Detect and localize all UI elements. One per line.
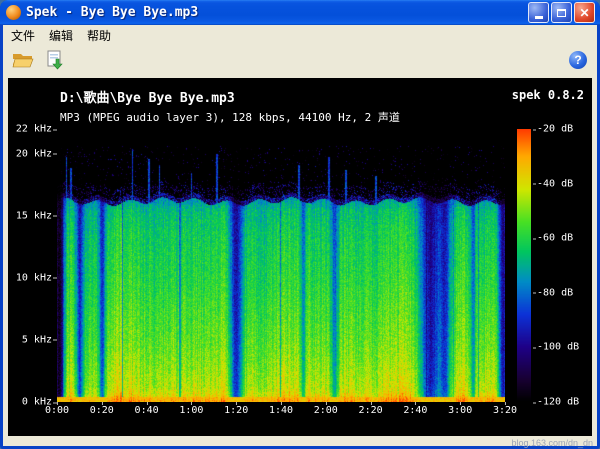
minimize-button[interactable] bbox=[528, 2, 549, 23]
close-button[interactable]: ✕ bbox=[574, 2, 595, 23]
time-tick-label: 1:00 bbox=[179, 405, 203, 416]
time-tick-label: 1:40 bbox=[269, 405, 293, 416]
menu-edit[interactable]: 编辑 bbox=[42, 25, 80, 46]
time-tick-label: 2:40 bbox=[403, 405, 427, 416]
spek-window: Spek - Bye Bye Bye.mp3 ✕ 文件 编辑 帮助 bbox=[0, 0, 600, 449]
db-tick-label: -60 dB bbox=[537, 233, 573, 244]
freq-tick-label: 5 kHz bbox=[8, 334, 52, 345]
freq-tick-label: 20 kHz bbox=[8, 148, 52, 159]
toolbar: ? bbox=[3, 45, 597, 75]
file-path: D:\歌曲\Bye Bye Bye.mp3 bbox=[60, 87, 235, 106]
freq-tick-label: 22 kHz bbox=[8, 124, 52, 135]
close-icon: ✕ bbox=[579, 7, 589, 19]
titlebar[interactable]: Spek - Bye Bye Bye.mp3 ✕ bbox=[0, 0, 600, 25]
freq-tick-label: 10 kHz bbox=[8, 272, 52, 283]
window-title: Spek - Bye Bye Bye.mp3 bbox=[26, 5, 523, 20]
app-version: spek 0.8.2 bbox=[512, 88, 584, 102]
window-controls: ✕ bbox=[528, 2, 595, 23]
db-tick-label: -120 dB bbox=[537, 397, 579, 408]
time-tick-label: 0:40 bbox=[135, 405, 159, 416]
freq-tick-label: 15 kHz bbox=[8, 210, 52, 221]
db-tick-label: -20 dB bbox=[537, 124, 573, 135]
stream-info: MP3 (MPEG audio layer 3), 128 kbps, 4410… bbox=[60, 109, 400, 125]
maximize-icon bbox=[557, 9, 566, 17]
time-tick-label: 2:00 bbox=[314, 405, 338, 416]
db-tick-label: -80 dB bbox=[537, 287, 573, 298]
y-axis: 22 kHz20 kHz15 kHz10 kHz5 kHz0 kHz bbox=[8, 129, 52, 402]
time-tick-label: 1:20 bbox=[224, 405, 248, 416]
open-folder-icon bbox=[11, 50, 35, 70]
db-tick-label: -40 dB bbox=[537, 178, 573, 189]
spectrogram-canvas bbox=[57, 129, 505, 402]
time-axis: 0:000:200:401:001:201:402:002:202:403:00… bbox=[57, 405, 505, 417]
watermark: blog.163.com/dn_dn bbox=[511, 438, 593, 448]
minimize-icon bbox=[535, 16, 543, 19]
time-tick-label: 3:00 bbox=[448, 405, 472, 416]
menu-file[interactable]: 文件 bbox=[4, 25, 42, 46]
app-icon bbox=[6, 5, 21, 20]
spectrogram-panel: D:\歌曲\Bye Bye Bye.mp3 spek 0.8.2 MP3 (MP… bbox=[8, 78, 592, 436]
help-icon: ? bbox=[574, 53, 581, 67]
db-axis: -20 dB-40 dB-60 dB-80 dB-100 dB-120 dB bbox=[537, 129, 591, 402]
help-button[interactable]: ? bbox=[569, 51, 587, 69]
save-image-icon bbox=[44, 50, 66, 70]
window-body: 文件 编辑 帮助 ? bbox=[3, 25, 597, 446]
time-tick-label: 0:00 bbox=[45, 405, 69, 416]
db-tick-label: -100 dB bbox=[537, 342, 579, 353]
legend-canvas bbox=[517, 129, 531, 402]
menu-help[interactable]: 帮助 bbox=[80, 25, 118, 46]
time-tick-label: 0:20 bbox=[90, 405, 114, 416]
maximize-button[interactable] bbox=[551, 2, 572, 23]
open-file-button[interactable] bbox=[9, 47, 37, 73]
time-tick-label: 2:20 bbox=[359, 405, 383, 416]
time-tick-label: 3:20 bbox=[493, 405, 517, 416]
menubar: 文件 编辑 帮助 bbox=[3, 25, 597, 45]
save-button[interactable] bbox=[41, 47, 69, 73]
